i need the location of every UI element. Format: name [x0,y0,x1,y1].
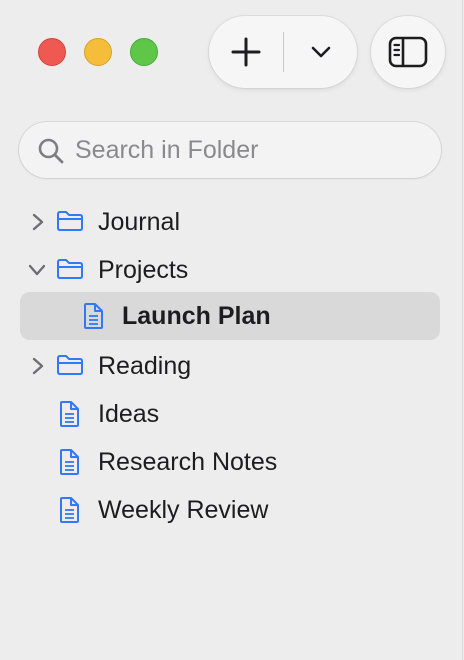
sidebar: Journal Projects Launch Plan Re [0,0,463,660]
folder-icon [57,211,83,231]
sidebar-icon [388,36,428,68]
minimize-window-button[interactable] [84,38,112,66]
tree-item-projects[interactable]: Projects [20,246,440,294]
close-window-button[interactable] [38,38,66,66]
tree-item-reading[interactable]: Reading [20,342,440,390]
search-icon [38,138,64,164]
chevron-right-icon[interactable] [31,356,45,376]
search-input[interactable] [75,130,425,170]
chevron-down-icon[interactable] [27,263,47,277]
tree-item-weekly-review[interactable]: Weekly Review [20,486,440,534]
tree-item-research-notes[interactable]: Research Notes [20,438,440,486]
new-item-menu-button[interactable] [284,16,357,88]
tree-item-label: Ideas [98,400,160,428]
tree-item-label: Journal [98,208,180,236]
tree-item-launch-plan[interactable]: Launch Plan [20,292,440,340]
document-icon [60,401,79,427]
tree-item-label: Projects [98,256,189,284]
chevron-down-icon [311,46,330,58]
search-field[interactable] [19,122,441,178]
document-icon [60,449,79,475]
tree-item-journal[interactable]: Journal [20,198,440,246]
plus-icon [231,37,261,67]
tree-item-label: Launch Plan [122,302,271,330]
chevron-right-icon[interactable] [31,212,45,232]
new-item-control [209,16,357,88]
tree-item-ideas[interactable]: Ideas [20,390,440,438]
tree-item-label: Weekly Review [98,496,269,524]
tree-item-label: Research Notes [98,448,278,476]
zoom-window-button[interactable] [130,38,158,66]
toggle-sidebar-button[interactable] [371,16,445,88]
document-icon [84,303,103,329]
tree-item-label: Reading [98,352,192,380]
new-item-button[interactable] [209,16,283,88]
folder-icon [57,259,83,279]
folder-icon [57,355,83,375]
document-icon [60,497,79,523]
